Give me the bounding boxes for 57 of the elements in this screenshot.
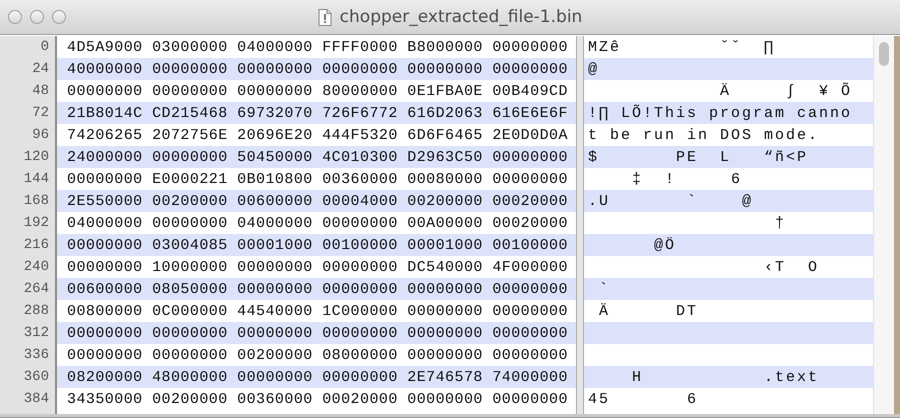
scroll-thumb[interactable] bbox=[879, 42, 889, 66]
hex-bytes: 4D5A9000 03000000 04000000 FFFF0000 B8000000 00000000 bbox=[66, 39, 568, 56]
scrollbar[interactable] bbox=[873, 36, 894, 414]
hex-bytes: 04000000 00000000 04000000 00000000 00A00000 00020000 bbox=[66, 215, 568, 232]
offset-label: 24 bbox=[31, 60, 50, 79]
offset-label: 120 bbox=[22, 148, 50, 167]
offset-label: 216 bbox=[22, 236, 50, 255]
ascii-text: Ä DT bbox=[598, 303, 698, 320]
hex-bytes: 34350000 00200000 00360000 00020000 00000000 00000000 bbox=[66, 391, 568, 408]
ascii-text: !∏ LÕ!This program canno bbox=[587, 105, 852, 122]
hex-bytes: 74206265 2072756E 20696E20 444F5320 6D6F6465 2E0D0D0A bbox=[66, 127, 568, 144]
ascii-text: † bbox=[774, 215, 786, 232]
ascii-text: ` bbox=[598, 281, 610, 298]
offset-label: 240 bbox=[22, 258, 50, 277]
hex-bytes: 00000000 10000000 00000000 00000000 DC540000 4F000000 bbox=[66, 259, 568, 276]
ascii-text: $ PE L “ñ<P bbox=[587, 149, 808, 166]
offset-label: 192 bbox=[22, 214, 50, 233]
offset-label: 48 bbox=[31, 82, 50, 101]
offset-label: 264 bbox=[22, 280, 50, 299]
ascii-text: @Ö bbox=[653, 237, 676, 254]
ascii-text: @ bbox=[587, 61, 600, 78]
ascii-text: .U ` @ bbox=[587, 193, 754, 210]
pane-splitter[interactable] bbox=[576, 36, 584, 414]
ascii-text: t be run in DOS mode. bbox=[587, 127, 820, 144]
ascii-text: Ä ∫ ¥ Õ bbox=[719, 83, 852, 100]
offset-label: 96 bbox=[31, 126, 50, 145]
window-title: chopper_extracted_file-1.bin bbox=[340, 7, 582, 27]
offset-label: 72 bbox=[31, 104, 50, 123]
ascii-text: MZê ˇˇ ∏ bbox=[587, 39, 776, 56]
offset-label: 336 bbox=[22, 346, 50, 365]
zoom-button[interactable] bbox=[52, 10, 66, 24]
hex-bytes: 00000000 00000000 00000000 80000000 0E1FBA0E 00B409CD bbox=[66, 83, 568, 100]
offset-label: 384 bbox=[22, 390, 50, 409]
hex-bytes: 00000000 00000000 00200000 08000000 00000000 00000000 bbox=[66, 347, 568, 364]
ascii-text: 45 6 bbox=[587, 391, 698, 408]
hex-bytes: 40000000 00000000 00000000 00000000 00000000 00000000 bbox=[66, 61, 568, 78]
ascii-text: H .text bbox=[631, 369, 820, 386]
hex-bytes: 00800000 0C000000 44540000 1C000000 00000000 00000000 bbox=[66, 303, 568, 320]
hex-bytes: 08200000 48000000 00000000 00000000 2E746578 74000000 bbox=[66, 369, 568, 386]
hex-bytes: 21B8014C CD215468 69732070 726F6772 616D2063 616E6E6F bbox=[66, 105, 568, 122]
hex-bytes: 2E550000 00200000 00600000 00004000 00200000 00020000 bbox=[66, 193, 568, 210]
offset-label: 168 bbox=[22, 192, 50, 211]
minimize-button[interactable] bbox=[30, 10, 44, 24]
offset-label: 288 bbox=[22, 302, 50, 321]
ascii-text: ‡ ! 6 bbox=[631, 171, 742, 188]
close-button[interactable] bbox=[8, 10, 22, 24]
offset-label: 312 bbox=[22, 324, 50, 343]
offset-label: 360 bbox=[22, 368, 50, 387]
hex-bytes: 00000000 E0000221 0B010800 00360000 00080000 00000000 bbox=[66, 171, 568, 188]
offset-label: 144 bbox=[22, 170, 50, 189]
ascii-text: ‹T O bbox=[763, 259, 820, 276]
document-icon bbox=[318, 8, 332, 26]
hex-bytes: 24000000 00000000 50450000 4C010300 D2963C50 00000000 bbox=[66, 149, 568, 166]
hex-bytes: 00600000 08050000 00000000 00000000 00000000 00000000 bbox=[66, 281, 568, 298]
hex-bytes: 00000000 00000000 00000000 00000000 00000000 00000000 bbox=[66, 325, 568, 342]
offset-label: 0 bbox=[40, 38, 50, 57]
hex-bytes: 00000000 03004085 00001000 00100000 00001000 00100000 bbox=[66, 237, 568, 254]
